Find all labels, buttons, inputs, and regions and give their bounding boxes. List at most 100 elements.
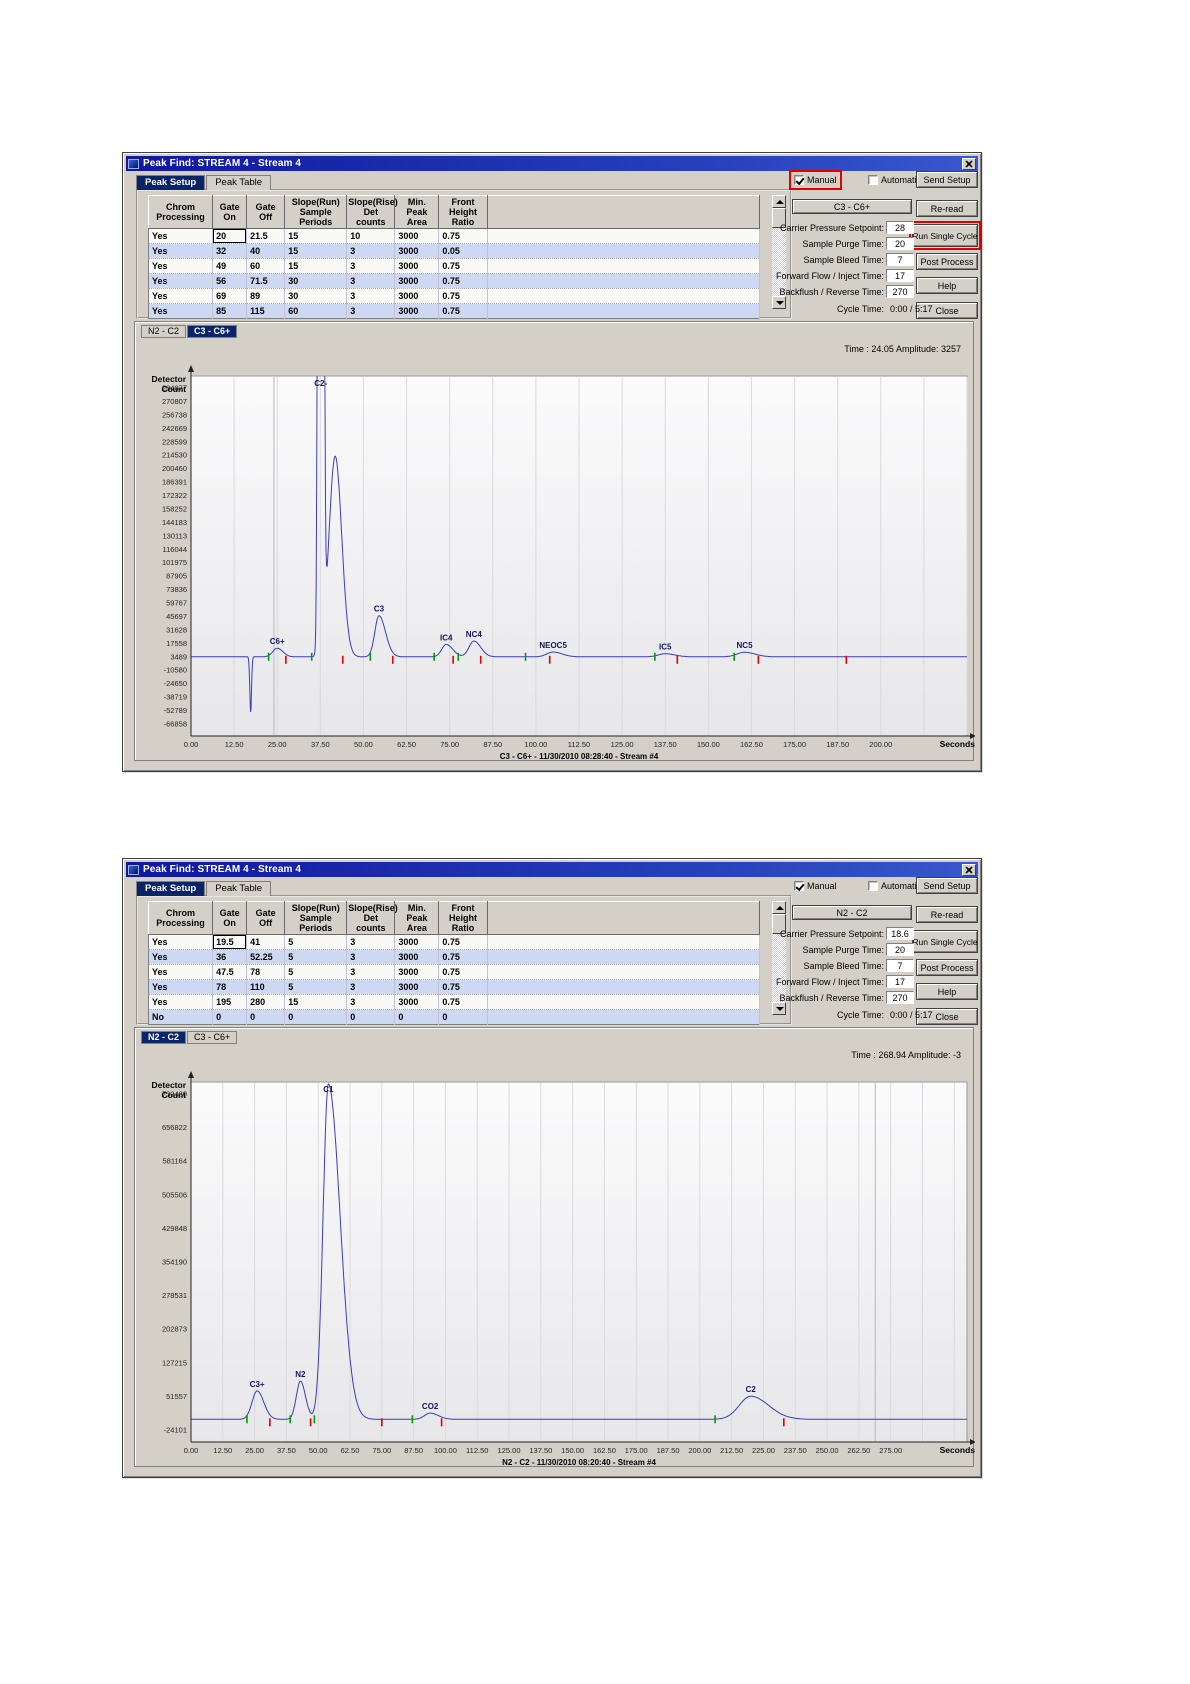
- table-cell[interactable]: Yes: [148, 994, 214, 1010]
- table-cell[interactable]: 36: [212, 949, 248, 965]
- table-cell[interactable]: 41: [246, 934, 286, 950]
- chromatogram-plot[interactable]: C3+N2C1CO2C27324806568225811645055064298…: [135, 1028, 975, 1468]
- table-cell[interactable]: 3: [346, 964, 396, 980]
- send-setup-button[interactable]: Send Setup: [916, 877, 978, 894]
- table-cell[interactable]: 0: [438, 1009, 488, 1025]
- sample-bleed-input[interactable]: [886, 253, 914, 266]
- table-cell[interactable]: Yes: [148, 949, 214, 965]
- table-cell[interactable]: 110: [246, 979, 286, 995]
- table-cell[interactable]: [487, 934, 760, 950]
- table-cell[interactable]: 20: [212, 228, 248, 244]
- table-cell[interactable]: 30: [284, 288, 348, 304]
- table-cell[interactable]: 3000: [394, 979, 440, 995]
- table-cell[interactable]: [487, 949, 760, 965]
- re-read-button[interactable]: Re-read: [916, 200, 978, 217]
- table-cell[interactable]: 0: [394, 1009, 440, 1025]
- table-cell[interactable]: 3000: [394, 994, 440, 1010]
- post-process-button[interactable]: Post Process: [916, 959, 978, 976]
- automatic-checkbox[interactable]: [868, 175, 878, 185]
- table-cell[interactable]: Yes: [148, 288, 214, 304]
- table-cell[interactable]: 3000: [394, 273, 440, 289]
- manual-checkbox[interactable]: [794, 175, 804, 185]
- table-cell[interactable]: 3: [346, 949, 396, 965]
- table-cell[interactable]: Yes: [148, 964, 214, 980]
- table-cell[interactable]: 3: [346, 303, 396, 319]
- run-single-cycle-button[interactable]: Run Single Cycle: [909, 221, 981, 250]
- forward-flow-input[interactable]: [886, 975, 914, 988]
- tab-peak-table[interactable]: Peak Table: [206, 881, 272, 896]
- carrier-pressure-input[interactable]: [886, 221, 914, 234]
- table-cell[interactable]: 0.75: [438, 228, 488, 244]
- table-cell[interactable]: 0: [284, 1009, 348, 1025]
- table-cell[interactable]: 40: [246, 243, 286, 259]
- table-cell[interactable]: [487, 1009, 760, 1025]
- tab-peak-table[interactable]: Peak Table: [206, 175, 272, 190]
- table-cell[interactable]: 0.75: [438, 273, 488, 289]
- forward-flow-input[interactable]: [886, 269, 914, 282]
- table-cell[interactable]: 60: [246, 258, 286, 274]
- table-cell[interactable]: No: [148, 1009, 214, 1025]
- table-cell[interactable]: 0: [346, 1009, 396, 1025]
- table-cell[interactable]: 15: [284, 228, 348, 244]
- table-cell[interactable]: [487, 964, 760, 980]
- table-cell[interactable]: [487, 228, 760, 244]
- table-cell[interactable]: 69: [212, 288, 248, 304]
- table-cell[interactable]: 0: [246, 1009, 286, 1025]
- table-cell[interactable]: 280: [246, 994, 286, 1010]
- window-titlebar[interactable]: Peak Find: STREAM 4 - Stream 4: [126, 862, 978, 877]
- table-cell[interactable]: 3: [346, 258, 396, 274]
- post-process-button[interactable]: Post Process: [916, 253, 978, 270]
- scroll-up-icon[interactable]: [772, 901, 786, 914]
- scroll-down-icon[interactable]: [772, 1002, 786, 1015]
- table-cell[interactable]: Yes: [148, 934, 214, 950]
- table-cell[interactable]: 0.75: [438, 949, 488, 965]
- help-button[interactable]: Help: [916, 983, 978, 1000]
- table-cell[interactable]: 10: [346, 228, 396, 244]
- table-cell[interactable]: 47.5: [212, 964, 248, 980]
- table-cell[interactable]: [487, 303, 760, 319]
- table-cell[interactable]: 30: [284, 273, 348, 289]
- table-cell[interactable]: [487, 258, 760, 274]
- table-cell[interactable]: 71.5: [246, 273, 286, 289]
- table-cell[interactable]: Yes: [148, 228, 214, 244]
- table-cell[interactable]: Yes: [148, 273, 214, 289]
- chart-tab-c3-c6[interactable]: C3 - C6+: [187, 1031, 238, 1044]
- table-cell[interactable]: 0.75: [438, 964, 488, 980]
- automatic-group[interactable]: Automatic: [866, 173, 923, 187]
- table-cell[interactable]: Yes: [148, 979, 214, 995]
- chromatogram-plot[interactable]: C6+C2-C3IC4 NC4NEOC5 IC5 NC5284877270807256…: [135, 322, 975, 762]
- close-icon[interactable]: [962, 863, 976, 876]
- table-cell[interactable]: 5: [284, 964, 348, 980]
- table-cell[interactable]: 3: [346, 934, 396, 950]
- table-cell[interactable]: Yes: [148, 258, 214, 274]
- sample-purge-input[interactable]: [886, 237, 914, 250]
- automatic-group[interactable]: Automatic: [866, 879, 923, 893]
- table-cell[interactable]: 3000: [394, 243, 440, 259]
- scroll-down-icon[interactable]: [772, 296, 786, 309]
- table-cell[interactable]: 78: [212, 979, 248, 995]
- table-cell[interactable]: Yes: [148, 243, 214, 259]
- table-cell[interactable]: [487, 273, 760, 289]
- re-read-button[interactable]: Re-read: [916, 906, 978, 923]
- table-cell[interactable]: 89: [246, 288, 286, 304]
- table-cell[interactable]: 15: [284, 258, 348, 274]
- table-cell[interactable]: 78: [246, 964, 286, 980]
- table-cell[interactable]: 3000: [394, 303, 440, 319]
- table-cell[interactable]: 0.75: [438, 979, 488, 995]
- table-cell[interactable]: 0.75: [438, 934, 488, 950]
- chart-tab-n2-c2[interactable]: N2 - C2: [141, 325, 187, 338]
- chart-tab-c3-c6[interactable]: C3 - C6+: [187, 325, 238, 338]
- table-cell[interactable]: 3000: [394, 964, 440, 980]
- table-cell[interactable]: 3: [346, 288, 396, 304]
- table-cell[interactable]: 15: [284, 243, 348, 259]
- table-cell[interactable]: 15: [284, 994, 348, 1010]
- table-cell[interactable]: 0.75: [438, 258, 488, 274]
- table-cell[interactable]: 3000: [394, 228, 440, 244]
- table-cell[interactable]: 3: [346, 243, 396, 259]
- table-cell[interactable]: [487, 979, 760, 995]
- sample-purge-input[interactable]: [886, 943, 914, 956]
- close-icon[interactable]: [962, 157, 976, 170]
- tab-peak-setup[interactable]: Peak Setup: [136, 881, 206, 896]
- table-cell[interactable]: 85: [212, 303, 248, 319]
- table-cell[interactable]: Yes: [148, 303, 214, 319]
